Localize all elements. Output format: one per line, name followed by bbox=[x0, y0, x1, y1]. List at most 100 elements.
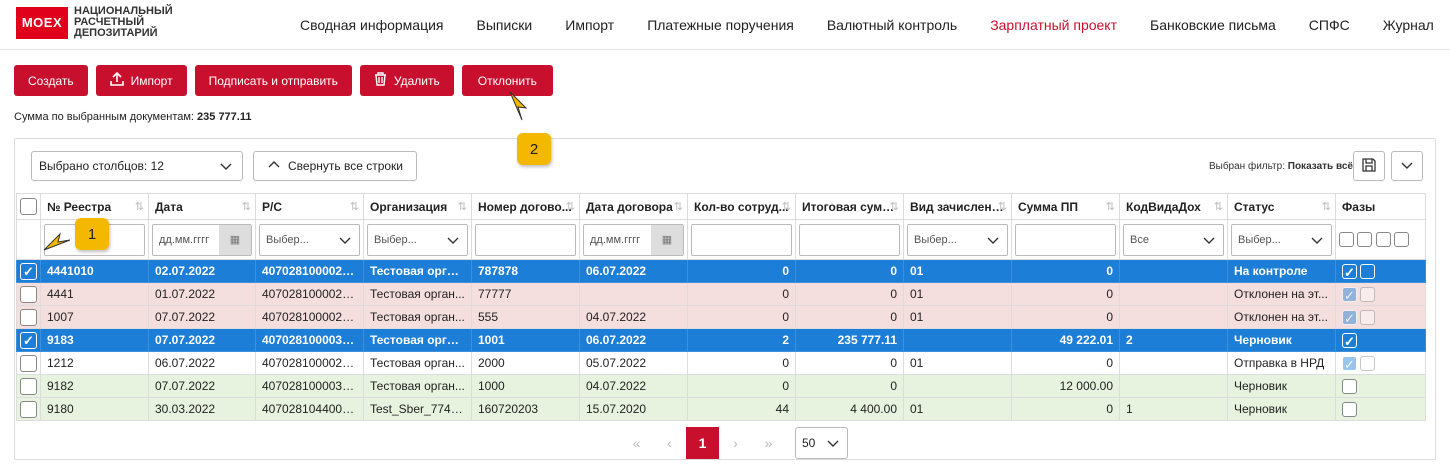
sort-icon[interactable]: ⇅ bbox=[242, 200, 251, 213]
nav-salary-project[interactable]: Зарплатный проект bbox=[990, 17, 1117, 33]
col-employees[interactable]: Кол-во сотруд... ⇅ bbox=[687, 193, 796, 220]
phase-filter-checkbox[interactable] bbox=[1339, 232, 1354, 248]
current-page[interactable]: 1 bbox=[686, 427, 719, 459]
filter-menu-button[interactable] bbox=[1391, 151, 1423, 181]
col-label: Дата договора bbox=[586, 199, 673, 214]
col-pp-sum[interactable]: Сумма ПП ⇅ bbox=[1011, 193, 1120, 220]
select-all-checkbox[interactable] bbox=[20, 198, 37, 215]
delete-button[interactable]: Удалить bbox=[359, 65, 454, 96]
filter-emp-cell bbox=[687, 219, 796, 260]
next-page-button[interactable]: › bbox=[719, 427, 752, 459]
sort-icon[interactable]: ⇅ bbox=[674, 200, 683, 213]
col-registry-no[interactable]: № Реестра ⇅ bbox=[40, 193, 149, 220]
filter-code-select[interactable]: Все bbox=[1123, 223, 1224, 256]
col-label: Дата bbox=[155, 199, 183, 214]
cell-pp-sum: 49 222.01 bbox=[1011, 328, 1120, 352]
col-contract-date[interactable]: Дата договора ⇅ bbox=[579, 193, 688, 220]
col-label: Вид зачисления bbox=[910, 199, 1006, 214]
nav-spfs[interactable]: СПФС bbox=[1309, 17, 1350, 33]
filter-date-input[interactable]: дд.мм.гггг ▦ bbox=[152, 223, 252, 256]
phase-filter-checkbox[interactable] bbox=[1357, 232, 1373, 248]
pointer-icon bbox=[43, 232, 71, 251]
table-row[interactable]: 9180 30.03.2022 4070281044000... Test_Sb… bbox=[16, 397, 1426, 421]
cell-employees: 0 bbox=[687, 374, 796, 398]
sign-send-button[interactable]: Подписать и отправить bbox=[194, 65, 352, 96]
sort-icon[interactable]: ⇅ bbox=[782, 200, 791, 213]
row-checkbox[interactable] bbox=[20, 377, 37, 395]
sort-icon[interactable]: ⇅ bbox=[1214, 200, 1223, 213]
chevron-down-icon bbox=[1203, 234, 1215, 246]
table-row[interactable]: 1212 06.07.2022 4070281000022... Тестова… bbox=[16, 351, 1426, 375]
filter-contract-input[interactable] bbox=[475, 223, 576, 256]
nav-journal[interactable]: Журнал bbox=[1383, 17, 1434, 33]
nav-payment-orders[interactable]: Платежные поручения bbox=[647, 17, 794, 33]
row-select-cell bbox=[16, 351, 41, 375]
filter-kind-select[interactable]: Выбер... bbox=[907, 223, 1008, 256]
upload-icon bbox=[109, 71, 124, 89]
calendar-icon[interactable]: ▦ bbox=[651, 224, 683, 255]
nav-currency-control[interactable]: Валютный контроль bbox=[827, 17, 957, 33]
row-checkbox[interactable]: ✓ bbox=[20, 262, 37, 280]
last-page-button[interactable]: » bbox=[752, 427, 785, 459]
row-checkbox[interactable]: ✓ bbox=[20, 331, 37, 349]
create-button[interactable]: Создать bbox=[14, 65, 88, 96]
filter-emp-input[interactable] bbox=[691, 223, 792, 256]
columns-select[interactable]: Выбрано столбцов: 12 bbox=[31, 151, 243, 181]
row-checkbox[interactable] bbox=[20, 308, 37, 326]
col-account[interactable]: Р/С ⇅ bbox=[255, 193, 364, 220]
first-page-button[interactable]: « bbox=[620, 427, 653, 459]
col-contract-no[interactable]: Номер догово... ⇅ bbox=[471, 193, 580, 220]
filter-status-select[interactable]: Выбер... bbox=[1231, 223, 1332, 256]
col-total[interactable]: Итоговая сумма ⇅ bbox=[795, 193, 904, 220]
row-checkbox[interactable] bbox=[20, 400, 37, 418]
phase-filter-checkbox[interactable] bbox=[1394, 232, 1410, 248]
sort-icon[interactable]: ⇅ bbox=[350, 200, 359, 213]
table-row[interactable]: ✓ 9183 07.07.2022 4070281000039... Тесто… bbox=[16, 328, 1426, 352]
sort-icon[interactable]: ⇅ bbox=[890, 200, 899, 213]
filter-cdate-input[interactable]: дд.мм.гггг ▦ bbox=[583, 223, 684, 256]
col-organization[interactable]: Организация ⇅ bbox=[363, 193, 472, 220]
collapse-rows-button[interactable]: Свернуть все строки bbox=[253, 151, 417, 181]
table-row[interactable]: 1007 07.07.2022 4070281000022... Тестова… bbox=[16, 305, 1426, 329]
table-row[interactable]: ✓ 4441010 02.07.2022 4070281000022... Те… bbox=[16, 259, 1426, 283]
table-row[interactable]: 9182 07.07.2022 4070281000039... Тестова… bbox=[16, 374, 1426, 398]
table-row[interactable]: 4441 01.07.2022 4070281000022... Тестова… bbox=[16, 282, 1426, 306]
sort-icon[interactable]: ⇅ bbox=[135, 200, 144, 213]
nav-summary[interactable]: Сводная информация bbox=[300, 17, 444, 33]
cell-account: 4070281000022... bbox=[255, 259, 364, 283]
sign-send-label: Подписать и отправить bbox=[208, 73, 338, 88]
save-filter-button[interactable] bbox=[1353, 151, 1385, 181]
cell-status: Отправка в НРД bbox=[1227, 351, 1336, 375]
logo[interactable]: MOEX НАЦИОНАЛЬНЫЙ РАСЧЕТНЫЙ ДЕПОЗИТАРИЙ bbox=[16, 6, 173, 39]
phase-checkbox: ✓ bbox=[1342, 263, 1357, 280]
phase-checkbox bbox=[1360, 355, 1376, 371]
sort-icon[interactable]: ⇅ bbox=[1106, 200, 1115, 213]
cell-credit-kind: 01 bbox=[903, 305, 1012, 329]
col-income-code[interactable]: КодВидаДох ⇅ bbox=[1119, 193, 1228, 220]
callout-step-1: 1 bbox=[75, 218, 109, 250]
prev-page-button[interactable]: ‹ bbox=[653, 427, 686, 459]
main-nav: Сводная информация Выписки Импорт Платеж… bbox=[300, 0, 1450, 50]
col-status[interactable]: Статус ⇅ bbox=[1227, 193, 1336, 220]
calendar-icon[interactable]: ▦ bbox=[219, 224, 251, 255]
cell-account: 4070281000022... bbox=[255, 305, 364, 329]
col-date[interactable]: Дата ⇅ bbox=[148, 193, 256, 220]
sort-icon[interactable]: ⇅ bbox=[1322, 200, 1331, 213]
filter-total-input[interactable] bbox=[799, 223, 900, 256]
sort-icon[interactable]: ⇅ bbox=[566, 200, 575, 213]
col-credit-kind[interactable]: Вид зачисления ⇅ bbox=[903, 193, 1012, 220]
import-button[interactable]: Импорт bbox=[95, 65, 187, 96]
filter-pp-input[interactable] bbox=[1015, 223, 1116, 256]
page-size-select[interactable]: 50 bbox=[795, 427, 848, 459]
filter-account-select[interactable]: Выбер... bbox=[259, 223, 360, 256]
phase-filter-checkbox[interactable] bbox=[1375, 232, 1391, 248]
filter-org-select[interactable]: Выбер... bbox=[367, 223, 468, 256]
sort-icon[interactable]: ⇅ bbox=[998, 200, 1007, 213]
sort-icon[interactable]: ⇅ bbox=[458, 200, 467, 213]
cell-organization: Test_Sber_7746... bbox=[363, 397, 472, 421]
nav-statements[interactable]: Выписки bbox=[477, 17, 533, 33]
nav-bank-letters[interactable]: Банковские письма bbox=[1150, 17, 1276, 33]
row-checkbox[interactable] bbox=[20, 354, 37, 372]
row-checkbox[interactable] bbox=[20, 285, 37, 303]
nav-import[interactable]: Импорт bbox=[565, 17, 614, 33]
